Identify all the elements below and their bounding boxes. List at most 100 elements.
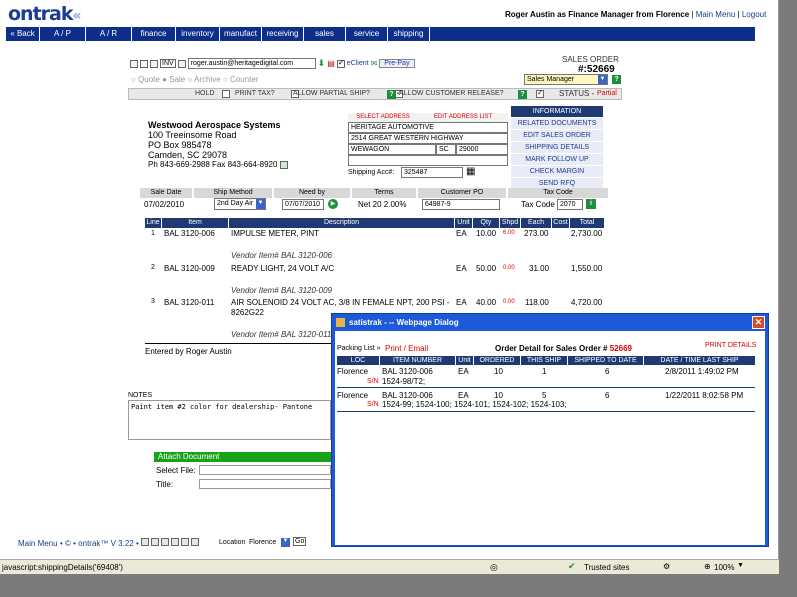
- side-buttons: INFORMATION RELATED DOCUMENTS EDIT SALES…: [511, 106, 603, 190]
- refresh-icon[interactable]: [171, 538, 179, 546]
- partial-ship-help-icon[interactable]: ?: [387, 90, 396, 99]
- nav-inventory[interactable]: inventory: [176, 27, 220, 41]
- edit-address-list-link[interactable]: EDIT ADDRESS LIST: [418, 113, 508, 122]
- pdf-icon[interactable]: ▤: [327, 59, 335, 68]
- nav-back[interactable]: « Back: [6, 27, 40, 41]
- ship-city-field[interactable]: WEWAGON: [348, 144, 436, 155]
- download-icon[interactable]: ⬇: [318, 58, 326, 69]
- nav-receiving[interactable]: receiving: [262, 27, 304, 41]
- nav-ap[interactable]: A / P: [40, 27, 86, 41]
- customer-phone: Ph 843-669-2988 Fax 843-664-8920: [148, 160, 288, 170]
- help-icon[interactable]: ?: [612, 75, 621, 84]
- nav-service[interactable]: service: [346, 27, 388, 41]
- ship-state-field[interactable]: SC: [436, 144, 456, 155]
- info-icon[interactable]: [141, 538, 149, 546]
- zoom-icon[interactable]: ⊕: [704, 562, 711, 571]
- radio-sale[interactable]: Sale: [169, 75, 185, 84]
- partial-ship-label: ALLOW PARTIAL SHIP?: [293, 90, 370, 97]
- role-select[interactable]: Sales Manager ▼: [524, 74, 608, 85]
- table-row[interactable]: 1 BAL 3120-006 IMPULSE METER, PINT EA 10…: [0, 228, 779, 264]
- ship-name-field[interactable]: HERITAGE AUTOMOTIVE: [348, 122, 508, 133]
- envelope-icon[interactable]: ✉: [371, 59, 378, 68]
- eclient-checkbox[interactable]: [336, 58, 345, 68]
- email-icon[interactable]: [177, 59, 186, 68]
- main-nav: « Back A / P A / R finance inventory man…: [6, 27, 755, 41]
- window-scrollbar[interactable]: [779, 0, 797, 597]
- footer-main-menu-link[interactable]: Main Menu: [18, 539, 58, 548]
- col-each: Each: [521, 218, 551, 228]
- ship-extra-field[interactable]: [348, 155, 508, 166]
- phone-book-icon[interactable]: [279, 160, 288, 169]
- close-icon[interactable]: ✕: [752, 316, 765, 329]
- chevron-down-icon[interactable]: ▼: [737, 562, 744, 569]
- radio-archive[interactable]: Archive: [194, 75, 221, 84]
- customer-release-checkbox[interactable]: [535, 88, 544, 99]
- need-by-field[interactable]: 07/07/2010: [282, 199, 324, 210]
- print-email-link[interactable]: Print / Email: [385, 344, 428, 353]
- nav-sales[interactable]: sales: [304, 27, 346, 41]
- attach-document-header: Attach Document: [154, 452, 331, 462]
- user-text: Roger Austin as Finance Manager from Flo…: [505, 10, 690, 19]
- radio-quote[interactable]: Quote: [138, 75, 160, 84]
- nav-manufact[interactable]: manufact: [220, 27, 262, 41]
- col-unit: Unit: [455, 218, 472, 228]
- calendar-icon[interactable]: [191, 538, 199, 546]
- print-icon[interactable]: [140, 59, 148, 68]
- notes-textarea[interactable]: Paint item #2 color for dealership- Pant…: [128, 400, 331, 440]
- ontrak-logo[interactable]: ontrak«: [8, 3, 82, 25]
- col-description: Description: [229, 218, 454, 228]
- main-menu-link[interactable]: Main Menu: [696, 10, 736, 19]
- table-row[interactable]: 2 BAL 3120-009 READY LIGHT, 24 VOLT A/C …: [0, 264, 779, 298]
- ship-zip-field[interactable]: 29000: [456, 144, 508, 155]
- ship-street-field[interactable]: 2514 GREAT WESTERN HIGHWAY: [348, 133, 508, 144]
- nav-ar[interactable]: A / R: [86, 27, 132, 41]
- protected-mode-icon[interactable]: ⚙: [663, 562, 670, 571]
- nav-finance[interactable]: finance: [132, 27, 176, 41]
- select-address-link[interactable]: SELECT ADDRESS: [348, 113, 418, 122]
- customer-release-help-icon[interactable]: ?: [518, 90, 527, 99]
- email-field[interactable]: roger.austin@heritagedigital.com: [187, 58, 316, 69]
- customer-address: Westwood Aerospace Systems 100 Treeinsom…: [148, 120, 288, 170]
- col-loc: LOC: [337, 356, 379, 365]
- col-item: Item: [162, 218, 228, 228]
- customer-addr2: PO Box 985478: [148, 140, 212, 150]
- prepay-button[interactable]: Pre-Pay: [379, 59, 415, 68]
- table-row[interactable]: Florence BAL 3120-006 EA 10 1 6 2/8/2011…: [337, 366, 755, 388]
- nav-shipping[interactable]: shipping: [388, 27, 430, 41]
- title-input[interactable]: [199, 479, 331, 489]
- chart-icon[interactable]: [181, 538, 189, 546]
- copy-icon[interactable]: [150, 59, 158, 68]
- mark-follow-up-button[interactable]: MARK FOLLOW UP: [511, 154, 603, 166]
- mail-icon[interactable]: [161, 538, 169, 546]
- chevron-down-icon[interactable]: ▼: [281, 538, 290, 547]
- info-icon[interactable]: i: [586, 199, 596, 209]
- tax-code-field[interactable]: 2070: [557, 199, 583, 210]
- ship-method-select[interactable]: 2nd Day Air ▼: [214, 198, 266, 210]
- customer-po-field[interactable]: 64987-9: [422, 199, 500, 210]
- notes-label: NOTES: [128, 392, 153, 399]
- dialog-title-bar[interactable]: satistrak - -- Webpage Dialog ✕: [332, 314, 768, 331]
- check-margin-button[interactable]: CHECK MARGIN: [511, 166, 603, 178]
- shipping-details-button[interactable]: SHIPPING DETAILS: [511, 142, 603, 154]
- select-file-input[interactable]: [199, 465, 331, 475]
- edit-sales-order-button[interactable]: EDIT SALES ORDER: [511, 130, 603, 142]
- calculator-icon[interactable]: ▦: [466, 166, 475, 177]
- save-icon[interactable]: [130, 59, 138, 68]
- print-details-link[interactable]: PRINT DETAILS: [705, 342, 756, 349]
- location-select[interactable]: Florence: [249, 539, 276, 546]
- logout-link[interactable]: Logout: [742, 10, 766, 19]
- related-documents-button[interactable]: RELATED DOCUMENTS: [511, 118, 603, 130]
- calendar-go-icon[interactable]: ▶: [328, 199, 338, 209]
- radio-counter[interactable]: Counter: [230, 75, 258, 84]
- hold-checkbox[interactable]: [222, 90, 230, 99]
- go-button[interactable]: Go: [293, 537, 307, 546]
- web-icon[interactable]: [151, 538, 159, 546]
- shipping-acct-field[interactable]: 325487: [401, 167, 463, 178]
- logo-chevron-icon: «: [72, 8, 82, 24]
- inv-button[interactable]: INV: [160, 59, 176, 68]
- footer-version: • © • ontrak™ V 3.22 •: [60, 539, 139, 548]
- information-button[interactable]: INFORMATION: [511, 106, 603, 118]
- zoom-level[interactable]: 100%: [714, 563, 734, 572]
- sales-order-label: SALES ORDER: [562, 55, 619, 64]
- table-row[interactable]: Florence BAL 3120-006 EA 10 5 6 1/22/201…: [337, 390, 755, 412]
